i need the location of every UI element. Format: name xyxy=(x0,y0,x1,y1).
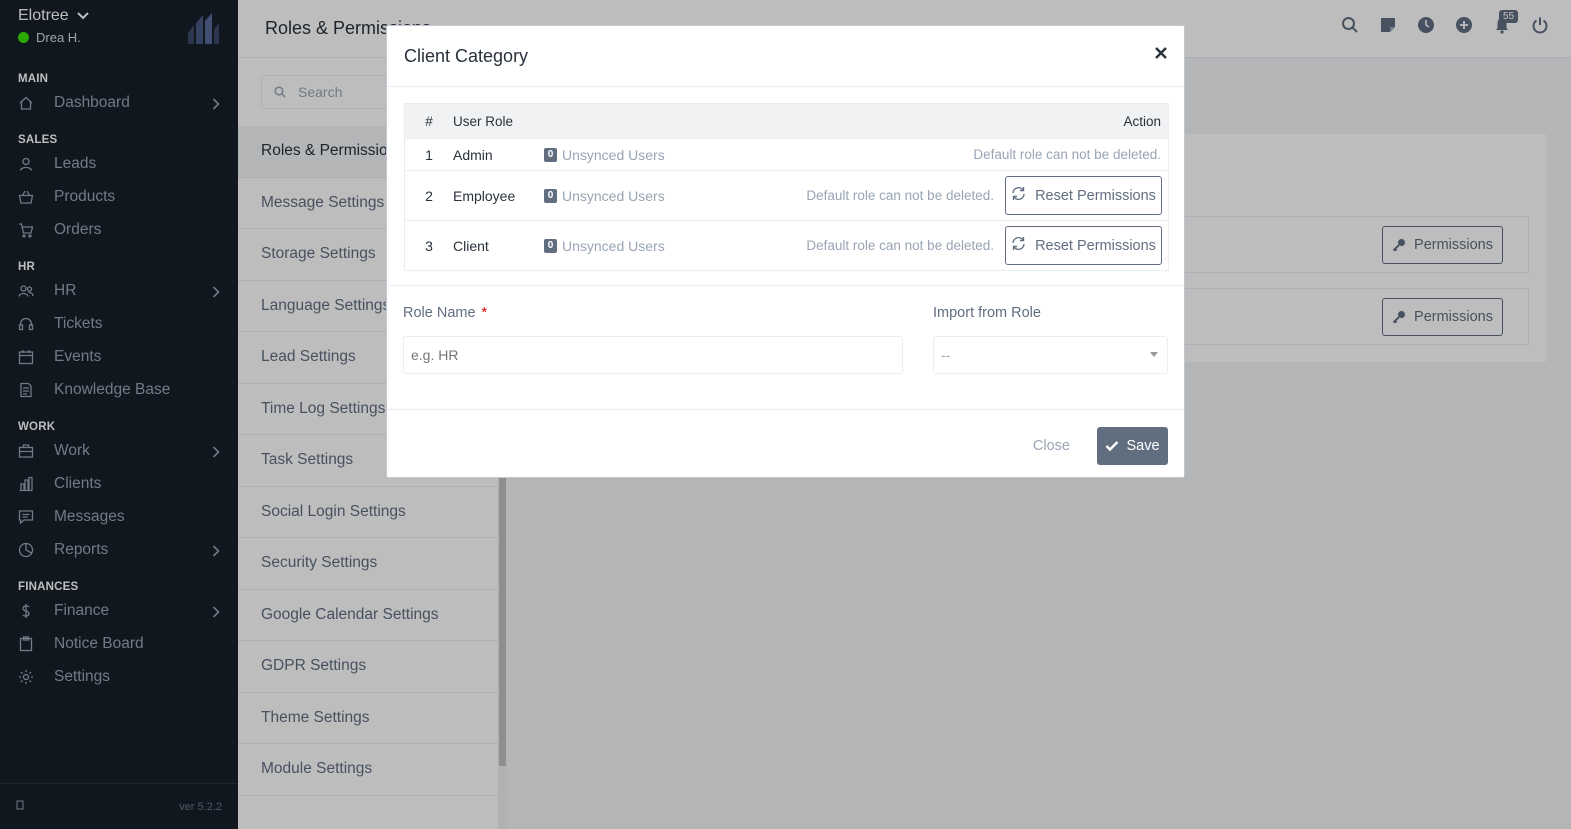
role-name: Client xyxy=(453,237,489,254)
required-mark: * xyxy=(481,305,488,321)
unsynced-count-badge: 0 xyxy=(544,238,557,253)
table-row: 1 Admin 0 Unsynced Users Default role can no… xyxy=(405,138,1168,170)
roles-table: # User Role Action 1 Admin 0 Unsynced Users… xyxy=(404,103,1169,271)
role-name-label: Role Name * xyxy=(403,305,488,321)
refresh-icon xyxy=(1011,236,1026,255)
refresh-icon xyxy=(1011,186,1026,205)
table-header: # User Role Action xyxy=(405,104,1168,138)
table-row: 2 Employee 0 Unsynced Users Reset Permission… xyxy=(405,170,1168,220)
divider xyxy=(387,285,1184,286)
unsynced-users-label: Unsynced Users xyxy=(562,237,665,254)
column-header-action: Action xyxy=(1123,114,1161,129)
default-role-note: Default role can not be deleted. xyxy=(806,188,994,203)
reset-permissions-label: Reset Permissions xyxy=(1035,237,1156,254)
role-name-input[interactable] xyxy=(403,336,903,374)
reset-permissions-label: Reset Permissions xyxy=(1035,187,1156,204)
reset-permissions-button[interactable]: Reset Permissions xyxy=(1005,226,1162,265)
row-number: 3 xyxy=(425,237,433,254)
table-row: 3 Client 0 Unsynced Users Reset Permissions D… xyxy=(405,220,1168,270)
caret-down-icon xyxy=(1150,352,1158,357)
select-value: -- xyxy=(941,347,951,363)
default-role-note: Default role can not be deleted. xyxy=(806,238,994,253)
unsynced-count-badge: 0 xyxy=(544,147,557,162)
role-name: Employee xyxy=(453,187,516,204)
row-number: 1 xyxy=(425,146,433,163)
column-header-user-role: User Role xyxy=(453,113,514,129)
unsynced-users-link[interactable]: 0 Unsynced Users xyxy=(544,238,665,254)
save-button[interactable]: Save xyxy=(1097,427,1168,465)
row-number: 2 xyxy=(425,187,433,204)
unsynced-users-link[interactable]: 0 Unsynced Users xyxy=(544,147,665,163)
close-button[interactable]: Close xyxy=(1033,438,1070,454)
modal-body: # User Role Action 1 Admin 0 Unsynced Users… xyxy=(387,87,1184,409)
save-label: Save xyxy=(1126,438,1160,454)
modal-title: Client Category xyxy=(404,46,529,66)
client-category-modal: Client Category # User Role Action 1 Admi… xyxy=(386,25,1185,478)
import-from-role-label: Import from Role xyxy=(933,305,1041,321)
column-header-number: # xyxy=(425,113,433,129)
role-name: Admin xyxy=(453,146,493,163)
import-from-role-select[interactable]: -- xyxy=(933,336,1168,374)
close-icon[interactable] xyxy=(1154,46,1168,60)
unsynced-users-label: Unsynced Users xyxy=(562,187,665,204)
modal-footer: Close Save xyxy=(387,409,1184,478)
unsynced-users-label: Unsynced Users xyxy=(562,146,665,163)
check-icon xyxy=(1106,441,1119,452)
unsynced-count-badge: 0 xyxy=(544,188,557,203)
reset-permissions-button[interactable]: Reset Permissions xyxy=(1005,176,1162,215)
modal-header: Client Category xyxy=(387,26,1184,87)
default-role-note: Default role can not be deleted. xyxy=(973,147,1161,162)
unsynced-users-link[interactable]: 0 Unsynced Users xyxy=(544,188,665,204)
